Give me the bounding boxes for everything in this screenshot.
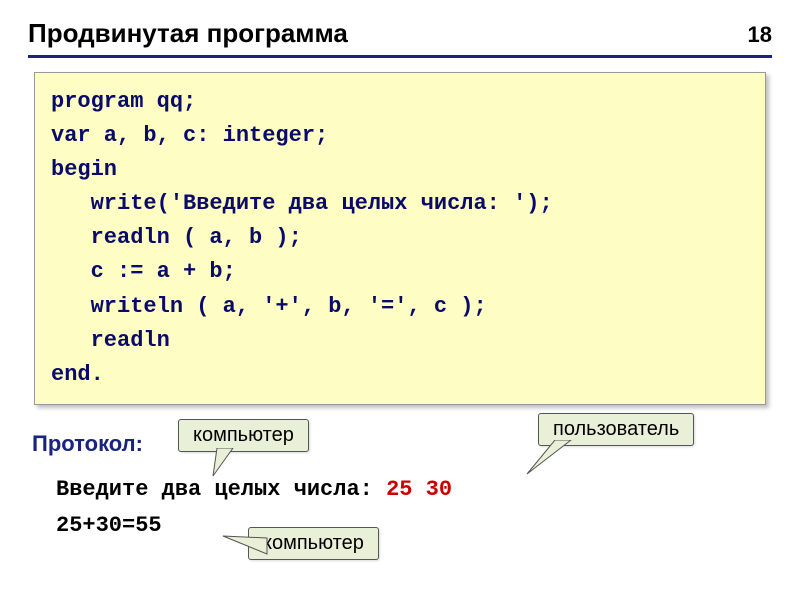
code-line: write('Введите два целых числа: '); bbox=[51, 191, 553, 216]
callout-text: компьютер bbox=[263, 532, 364, 554]
code-line: begin bbox=[51, 157, 117, 182]
callout-text: компьютер bbox=[193, 424, 294, 446]
slide-title: Продвинутая программа bbox=[28, 18, 348, 49]
code-line: program qq; bbox=[51, 89, 196, 114]
protocol-label: Протокол: bbox=[32, 431, 143, 457]
protocol-area: Протокол: компьютер пользователь Введите… bbox=[28, 423, 772, 583]
code-block: program qq; var a, b, c: integer; begin … bbox=[34, 72, 766, 405]
code-line: end. bbox=[51, 362, 104, 387]
code-line: c := a + b; bbox=[51, 259, 236, 284]
code-line: var a, b, c: integer; bbox=[51, 123, 328, 148]
code-line: readln ( a, b ); bbox=[51, 225, 302, 250]
callout-user: пользователь bbox=[538, 413, 694, 446]
slide-header: Продвинутая программа 18 bbox=[28, 18, 772, 58]
output-prompt: Введите два целых числа: bbox=[56, 477, 373, 502]
callout-computer-1: компьютер bbox=[178, 419, 309, 452]
output-input: 25 30 bbox=[386, 477, 452, 502]
callout-text: пользователь bbox=[553, 418, 679, 440]
code-line: readln bbox=[51, 328, 170, 353]
code-line: writeln ( a, '+', b, '=', c ); bbox=[51, 294, 487, 319]
callout-computer-2: компьютер bbox=[248, 527, 379, 560]
page-number: 18 bbox=[748, 22, 772, 48]
output-line-1: Введите два целых числа: 25 30 bbox=[56, 477, 452, 502]
output-line-2: 25+30=55 bbox=[56, 513, 162, 538]
